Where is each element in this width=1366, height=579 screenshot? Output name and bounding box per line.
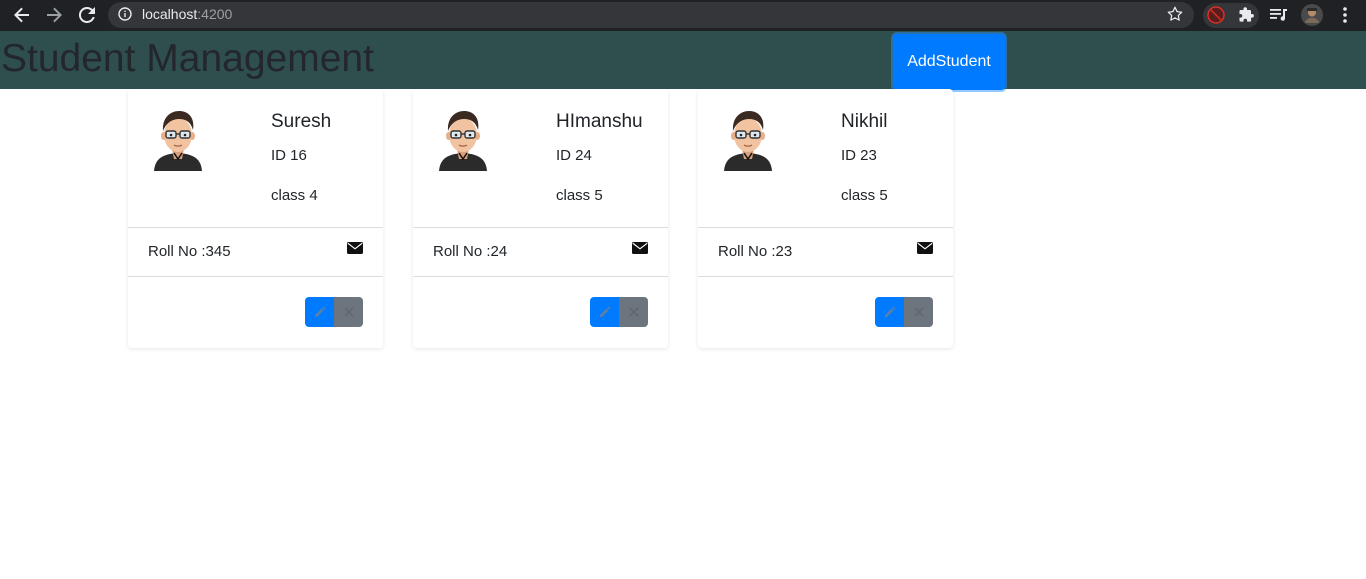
close-icon (913, 307, 924, 317)
profile-avatar[interactable] (1301, 4, 1323, 26)
close-icon (628, 307, 639, 317)
delete-button[interactable] (334, 297, 363, 327)
pencil-icon (884, 306, 895, 317)
media-icon[interactable] (1268, 4, 1290, 26)
envelope-icon[interactable] (632, 242, 648, 254)
edit-button[interactable] (875, 297, 904, 327)
back-icon[interactable] (9, 3, 35, 27)
url-text: localhost:4200 (142, 6, 233, 22)
student-name: Nikhil (841, 111, 888, 132)
edit-button[interactable] (590, 297, 619, 327)
roll-number: Roll No :23 (718, 243, 793, 260)
student-class: class 5 (841, 187, 888, 204)
delete-button[interactable] (619, 297, 648, 327)
pencil-icon (314, 306, 325, 317)
forward-icon[interactable] (41, 3, 67, 27)
address-bar[interactable]: localhost:4200 (108, 2, 1194, 28)
envelope-icon[interactable] (347, 242, 363, 254)
roll-number: Roll No :24 (433, 243, 508, 260)
pencil-icon (599, 306, 610, 317)
roll-number: Roll No :345 (148, 243, 231, 260)
student-name: Suresh (271, 111, 332, 132)
extension-icon[interactable] (1205, 4, 1227, 26)
add-student-button[interactable]: AddStudent (893, 34, 1005, 90)
card-roll-row: Roll No :23 (698, 228, 953, 277)
student-id: ID 16 (271, 147, 307, 164)
puzzle-icon[interactable] (1236, 4, 1258, 26)
student-avatar (154, 111, 202, 171)
student-avatar (724, 111, 772, 171)
student-card: Suresh ID 16 class 4 Roll No :345 (128, 89, 383, 348)
student-card: Nikhil ID 23 class 5 Roll No :23 (698, 89, 953, 348)
edit-button[interactable] (305, 297, 334, 327)
card-actions (305, 297, 363, 327)
student-id: ID 23 (841, 147, 877, 164)
delete-button[interactable] (904, 297, 933, 327)
card-roll-row: Roll No :24 (413, 228, 668, 277)
app-header: Student Management (0, 31, 1366, 89)
star-icon[interactable] (1166, 5, 1184, 23)
student-id: ID 24 (556, 147, 592, 164)
student-class: class 4 (271, 187, 318, 204)
close-icon (343, 307, 354, 317)
student-card: HImanshu ID 24 class 5 Roll No :24 (413, 89, 668, 348)
page-title: Student Management (1, 37, 374, 80)
card-roll-row: Roll No :345 (128, 228, 383, 277)
reload-icon[interactable] (74, 3, 100, 27)
student-name: HImanshu (556, 111, 643, 132)
envelope-icon[interactable] (917, 242, 933, 254)
browser-toolbar: localhost:4200 (0, 0, 1366, 31)
card-body: HImanshu ID 24 class 5 (413, 89, 668, 228)
card-body: Suresh ID 16 class 4 (128, 89, 383, 228)
menu-icon[interactable] (1334, 4, 1356, 26)
card-actions (590, 297, 648, 327)
student-avatar (439, 111, 487, 171)
card-body: Nikhil ID 23 class 5 (698, 89, 953, 228)
student-class: class 5 (556, 187, 603, 204)
info-icon[interactable] (118, 7, 132, 21)
card-actions (875, 297, 933, 327)
